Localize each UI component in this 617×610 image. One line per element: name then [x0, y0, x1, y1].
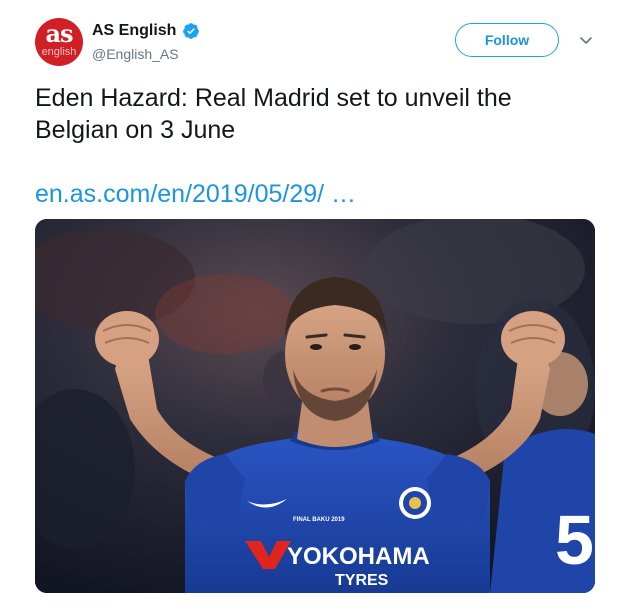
- avatar-logo-text: as: [45, 19, 73, 48]
- tweet-text: Eden Hazard: Real Madrid set to unveil t…: [35, 84, 512, 144]
- tweet-photo[interactable]: 5 FINAL BAKU 2019 YOKOHAMA TYRES: [35, 219, 595, 593]
- follow-button[interactable]: Follow: [455, 23, 559, 57]
- shirt-sponsor-sub: TYRES: [335, 572, 389, 589]
- author-name-row: AS English: [92, 22, 200, 40]
- final-badge-text: FINAL BAKU 2019: [293, 517, 345, 523]
- chevron-down-icon[interactable]: [578, 34, 594, 46]
- tweet-card: as english AS English @English_AS Follow…: [0, 0, 617, 610]
- player-number: 5: [555, 501, 594, 579]
- avatar[interactable]: as english: [35, 18, 83, 66]
- avatar-logo-subtext: english: [41, 46, 77, 58]
- display-name[interactable]: AS English: [92, 22, 176, 40]
- verified-badge-icon: [182, 22, 200, 40]
- photo-illustration: 5 FINAL BAKU 2019 YOKOHAMA TYRES: [35, 219, 595, 593]
- user-handle[interactable]: @English_AS: [92, 46, 179, 62]
- tweet-link[interactable]: en.as.com/en/2019/05/29/ …: [35, 178, 356, 210]
- shirt-sponsor-main: YOKOHAMA: [287, 543, 430, 570]
